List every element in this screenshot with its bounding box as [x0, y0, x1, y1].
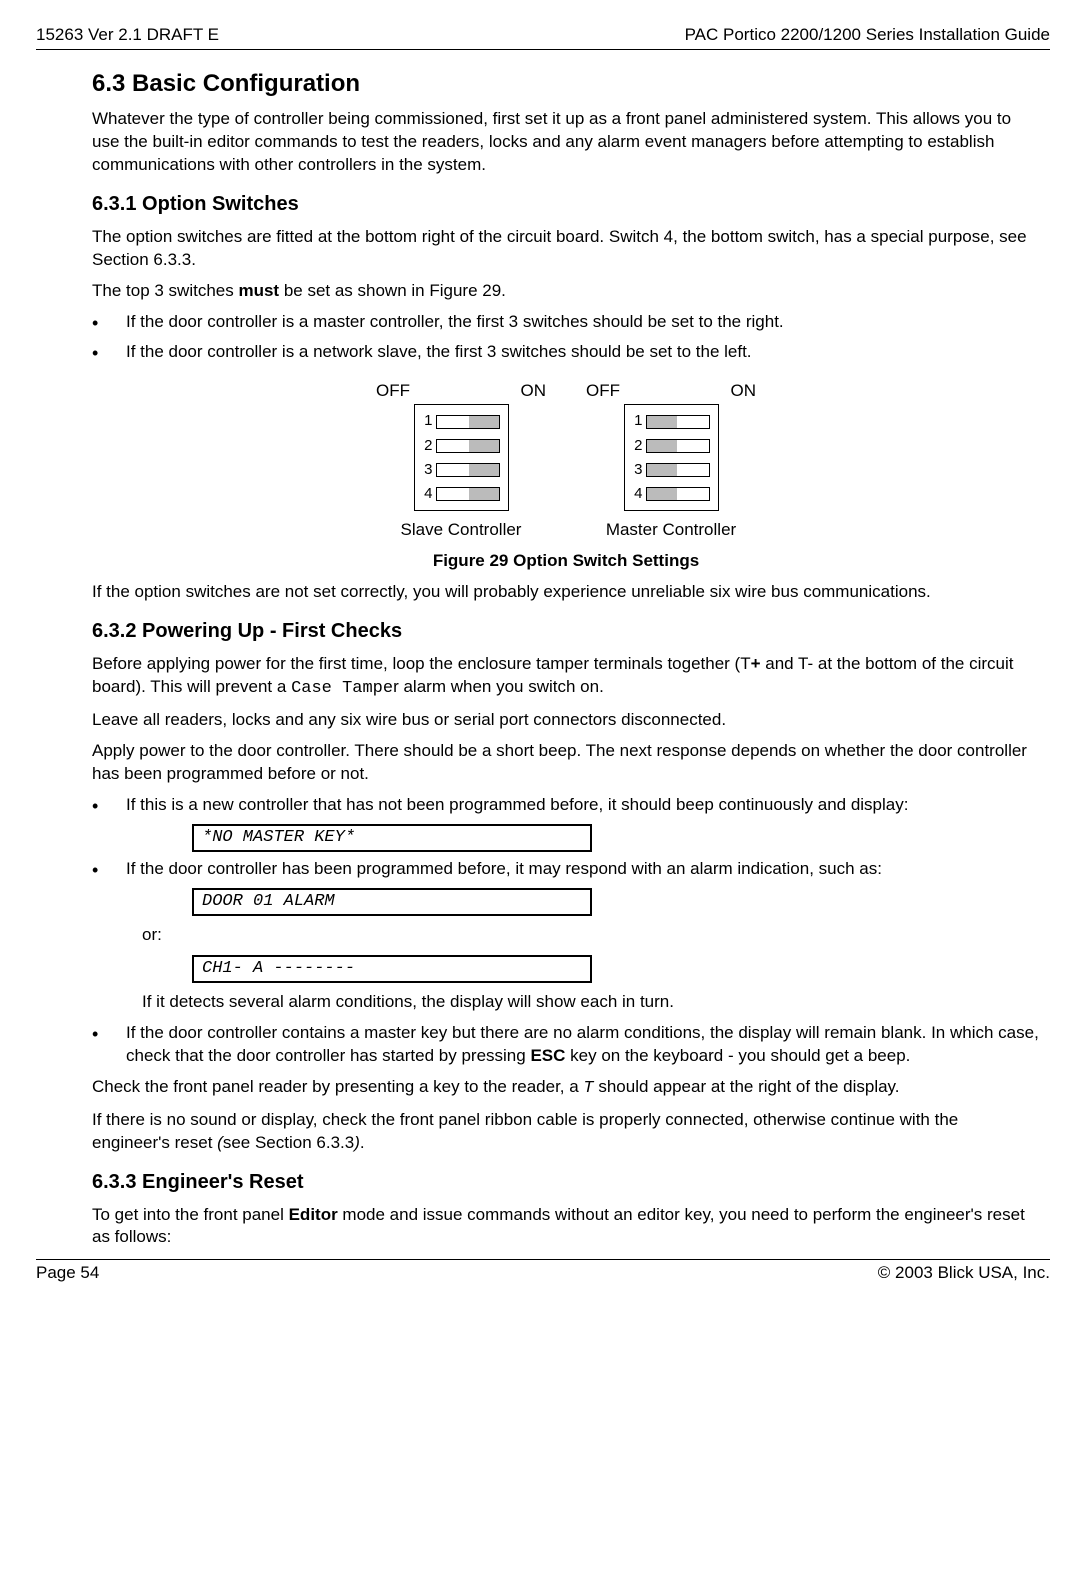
list-631: •If the door controller is a master cont… — [92, 311, 1040, 366]
switch-knob — [647, 416, 677, 428]
heading-6-3: 6.3 Basic Configuration — [92, 68, 1040, 100]
bullet-icon: • — [92, 1022, 126, 1068]
heading-6-3-2: 6.3.2 Powering Up - First Checks — [92, 618, 1040, 645]
header-rule — [36, 49, 1050, 50]
page-footer: Page 54 © 2003 Blick USA, Inc. — [36, 1262, 1050, 1285]
header-right: PAC Portico 2200/1200 Series Installatio… — [685, 24, 1050, 47]
lcd-display-1: *NO MASTER KEY* — [192, 824, 592, 852]
bullet-icon: • — [92, 858, 126, 882]
footer-right: © 2003 Blick USA, Inc. — [878, 1262, 1050, 1285]
label-off: OFF — [376, 380, 410, 403]
list-632-a: •If this is a new controller that has no… — [92, 794, 1040, 818]
lcd-display-2: DOOR 01 ALARM — [192, 888, 592, 916]
bullet-icon: • — [92, 794, 126, 818]
para-632-detect: If it detects several alarm conditions, … — [142, 991, 1040, 1014]
para-631-1: The option switches are fitted at the bo… — [92, 226, 1040, 272]
list-item: •If the door controller is a network sla… — [92, 341, 1040, 365]
figure-29: OFF ON 1 2 3 4 Slave Controller OFF ON 1… — [92, 380, 1040, 543]
page-header: 15263 Ver 2.1 DRAFT E PAC Portico 2200/1… — [36, 24, 1050, 47]
switch-knob — [469, 464, 499, 476]
para-632-3: Apply power to the door controller. Ther… — [92, 740, 1040, 786]
label-on: ON — [731, 380, 757, 403]
switch-knob — [469, 440, 499, 452]
dip-switch-box: 1 2 3 4 — [624, 404, 719, 511]
label-off: OFF — [586, 380, 620, 403]
caption-slave: Slave Controller — [401, 519, 522, 542]
bullet-icon: • — [92, 311, 126, 335]
para-632-4: Check the front panel reader by presenti… — [92, 1076, 1040, 1101]
bullet-icon: • — [92, 341, 126, 365]
heading-6-3-1: 6.3.1 Option Switches — [92, 191, 1040, 218]
header-left: 15263 Ver 2.1 DRAFT E — [36, 24, 219, 47]
switch-knob — [647, 464, 677, 476]
switch-knob — [647, 488, 677, 500]
list-632-c: • If the door controller contains a mast… — [92, 1022, 1040, 1068]
switch-master: OFF ON 1 2 3 4 Master Controller — [586, 380, 756, 543]
para-6-3-intro: Whatever the type of controller being co… — [92, 108, 1040, 177]
switch-knob — [647, 440, 677, 452]
para-633-1: To get into the front panel Editor mode … — [92, 1204, 1040, 1250]
para-631-2: The top 3 switches must be set as shown … — [92, 280, 1040, 303]
or-text: or: — [142, 924, 1040, 947]
para-631-3: If the option switches are not set corre… — [92, 581, 1040, 604]
dip-switch-box: 1 2 3 4 — [414, 404, 509, 511]
heading-6-3-3: 6.3.3 Engineer's Reset — [92, 1169, 1040, 1196]
list-item: •If the door controller is a master cont… — [92, 311, 1040, 335]
label-on: ON — [521, 380, 547, 403]
figure-29-caption: Figure 29 Option Switch Settings — [92, 550, 1040, 573]
lcd-display-3: CH1- A -------- — [192, 955, 592, 983]
list-632-b: •If the door controller has been program… — [92, 858, 1040, 882]
list-item: • If the door controller contains a mast… — [92, 1022, 1040, 1068]
footer-left: Page 54 — [36, 1262, 99, 1285]
page-content: 6.3 Basic Configuration Whatever the typ… — [92, 68, 1040, 1249]
switch-knob — [469, 488, 499, 500]
switch-slave: OFF ON 1 2 3 4 Slave Controller — [376, 380, 546, 543]
list-item: •If the door controller has been program… — [92, 858, 1040, 882]
para-632-2: Leave all readers, locks and any six wir… — [92, 709, 1040, 732]
list-item: •If this is a new controller that has no… — [92, 794, 1040, 818]
caption-master: Master Controller — [606, 519, 736, 542]
para-632-5: If there is no sound or display, check t… — [92, 1109, 1040, 1155]
switch-knob — [469, 416, 499, 428]
para-632-1: Before applying power for the first time… — [92, 653, 1040, 701]
footer-rule — [36, 1259, 1050, 1260]
